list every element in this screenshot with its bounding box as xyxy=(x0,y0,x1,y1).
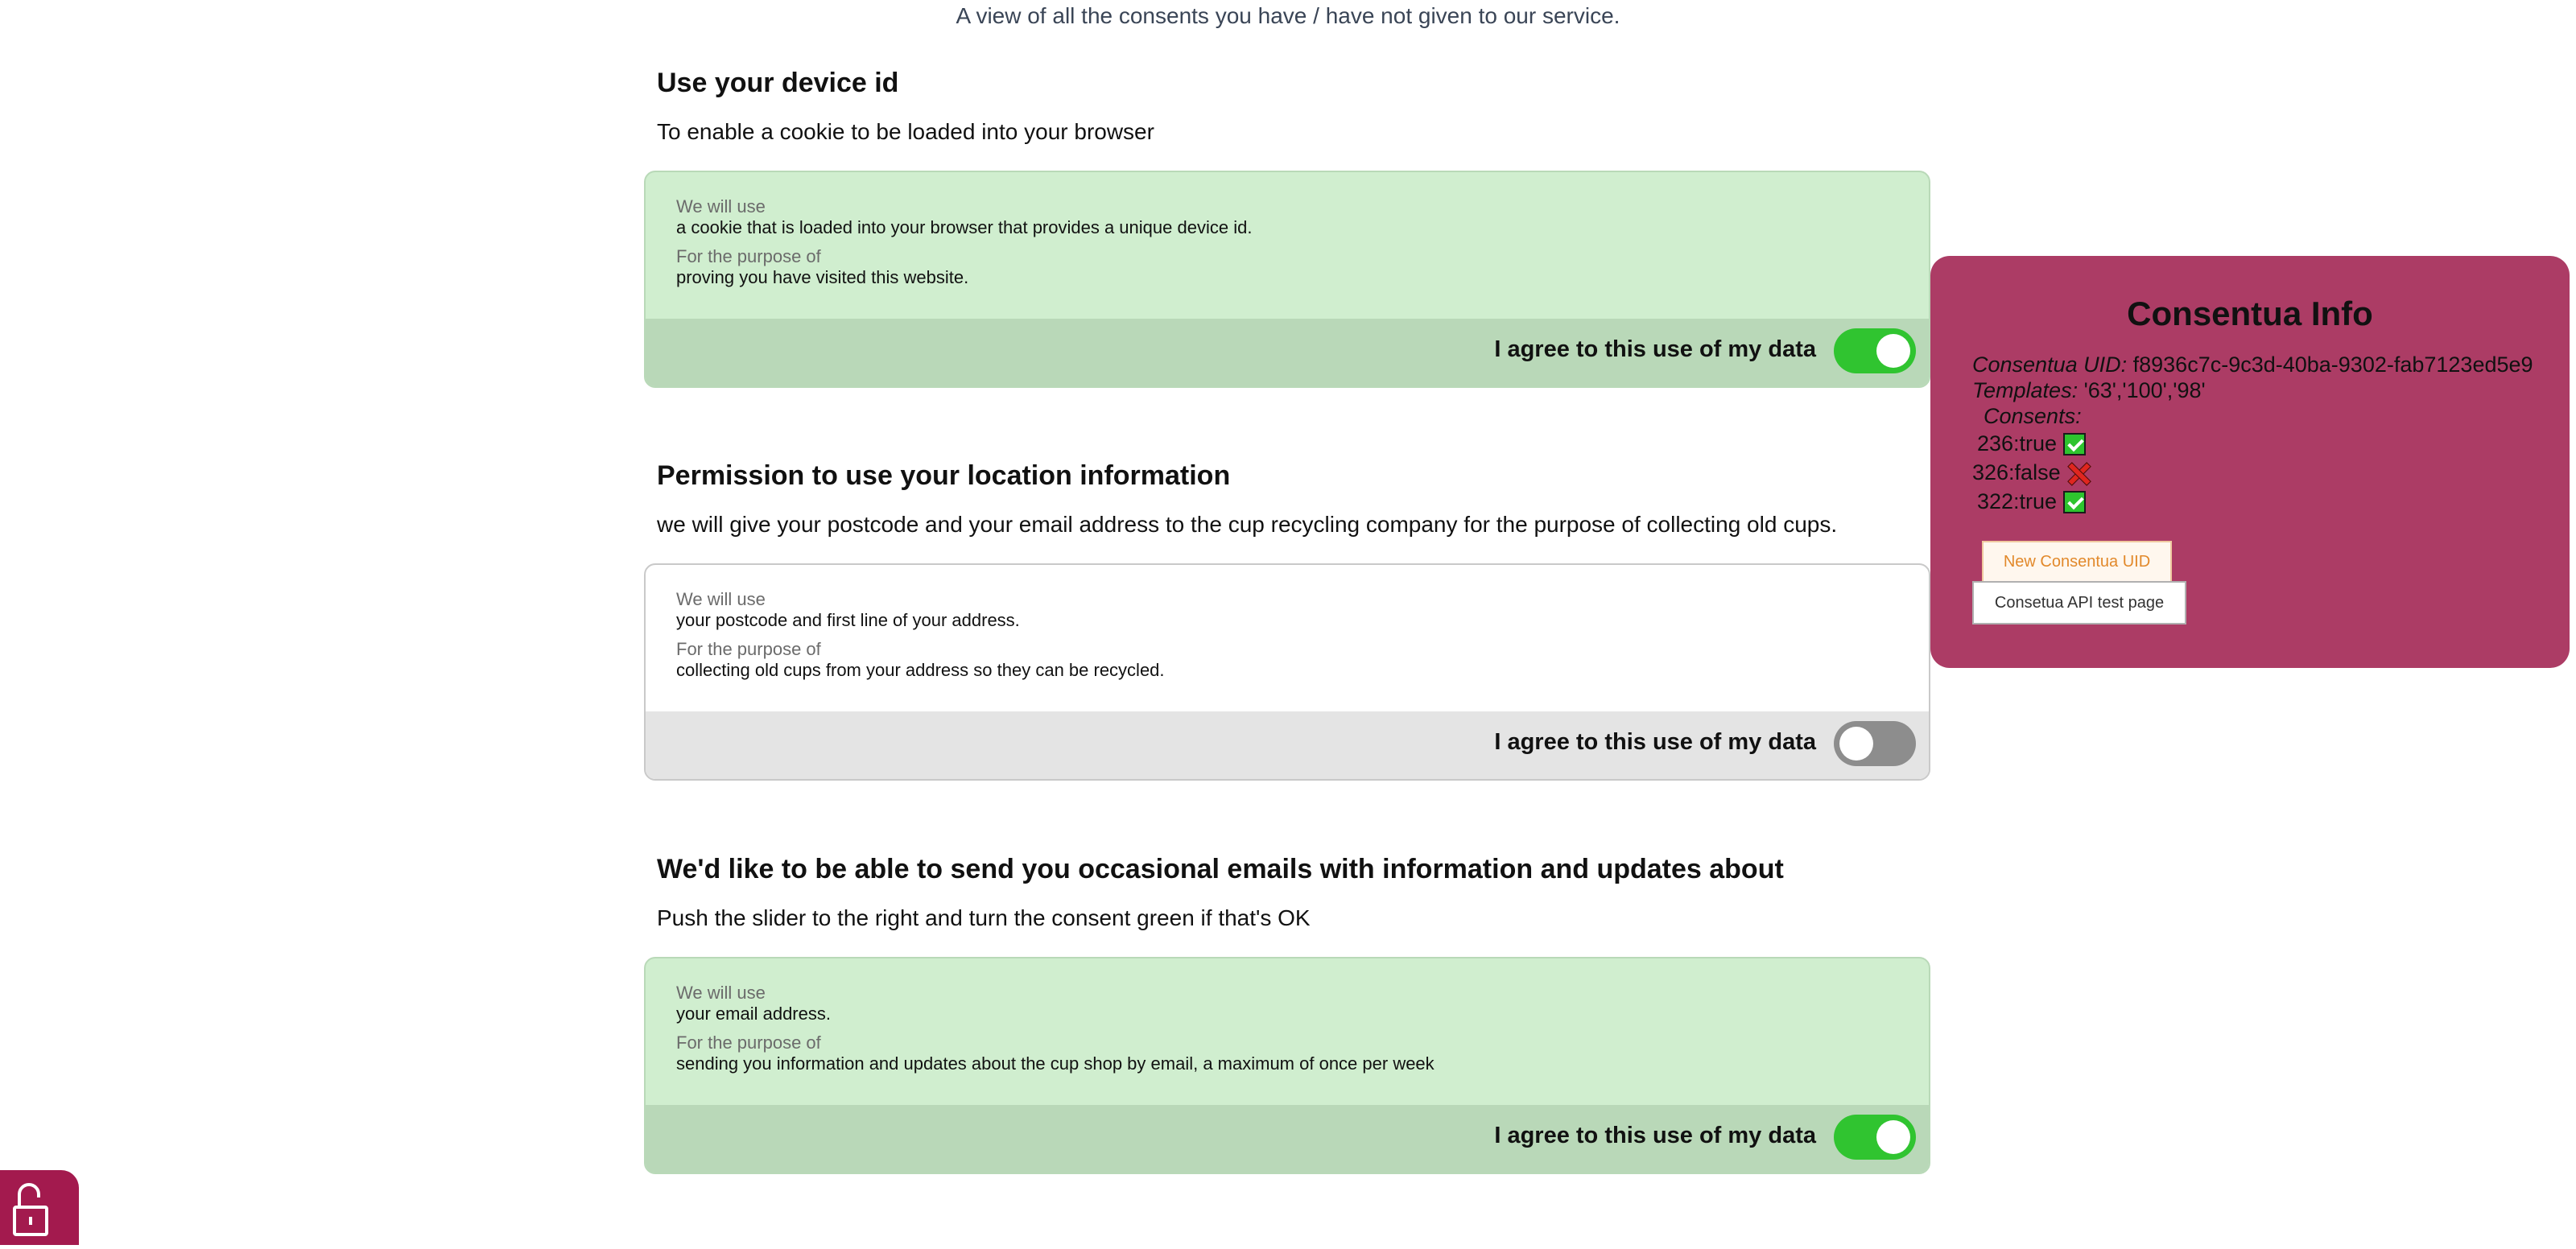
consent-description: To enable a cookie to be loaded into you… xyxy=(657,119,1154,144)
page-subtitle: A view of all the consents you have / ha… xyxy=(956,3,1620,28)
templates-value: '63','100','98' xyxy=(2083,378,2206,402)
api-test-page-button[interactable]: Consetua API test page xyxy=(1972,581,2186,624)
check-icon xyxy=(2063,490,2087,513)
privacy-lock-tab[interactable] xyxy=(0,1170,79,1245)
consents-label-row: Consents: xyxy=(1984,404,2082,429)
purpose-value: proving you have visited this website. xyxy=(676,267,969,287)
consent-card: We will use your postcode and first line… xyxy=(644,563,1930,781)
we-will-use-value: your email address. xyxy=(676,1004,831,1024)
cross-icon xyxy=(2067,462,2090,484)
we-will-use-label: We will use xyxy=(676,983,766,1003)
consent-status-text: 326:false xyxy=(1972,460,2061,484)
unlocked-padlock-icon xyxy=(13,1183,48,1236)
consent-section-emails: We'd like to be able to send you occasio… xyxy=(644,854,1932,1176)
we-will-use-label: We will use xyxy=(676,589,766,609)
we-will-use-label: We will use xyxy=(676,196,766,216)
consent-status-item: 326:false xyxy=(1972,460,2090,485)
purpose-label: For the purpose of xyxy=(676,639,821,659)
purpose-value: sending you information and updates abou… xyxy=(676,1053,1435,1074)
consent-title: Use your device id xyxy=(657,68,899,98)
agree-label: I agree to this use of my data xyxy=(1494,336,1816,362)
consent-status-text: 322:true xyxy=(1977,489,2058,513)
uid-row: Consentua UID: f8936c7c-9c3d-40ba-9302-f… xyxy=(1972,352,2533,377)
consent-footer: I agree to this use of my data xyxy=(646,711,1929,779)
templates-row: Templates: '63','100','98' xyxy=(1972,378,2206,403)
consent-title: We'd like to be able to send you occasio… xyxy=(657,854,1784,884)
agree-label: I agree to this use of my data xyxy=(1494,1123,1816,1148)
uid-value: f8936c7c-9c3d-40ba-9302-fab7123ed5e9 xyxy=(2132,352,2533,377)
we-will-use-value: a cookie that is loaded into your browse… xyxy=(676,217,1253,237)
consent-toggle[interactable] xyxy=(1834,1115,1916,1160)
consent-description: we will give your postcode and your emai… xyxy=(657,512,1838,537)
info-panel-title: Consentua Info xyxy=(2127,295,2373,332)
consent-toggle[interactable] xyxy=(1834,328,1916,373)
consent-status-text: 236:true xyxy=(1977,431,2058,455)
toggle-knob xyxy=(1876,334,1910,368)
consent-title: Permission to use your location informat… xyxy=(657,460,1231,491)
consent-card: We will use your email address. For the … xyxy=(644,957,1930,1174)
consent-status-item: 236:true xyxy=(1977,431,2087,456)
consent-footer: I agree to this use of my data xyxy=(646,1105,1929,1173)
consents-label: Consents: xyxy=(1984,404,2082,428)
consent-footer: I agree to this use of my data xyxy=(646,319,1929,386)
consentua-info-panel: Consentua Info Consentua UID: f8936c7c-9… xyxy=(1930,256,2570,668)
consent-section-location: Permission to use your location informat… xyxy=(644,460,1932,782)
purpose-value: collecting old cups from your address so… xyxy=(676,660,1165,680)
consent-status-item: 322:true xyxy=(1977,489,2087,514)
consent-section-device-id: Use your device id To enable a cookie to… xyxy=(644,68,1932,390)
purpose-label: For the purpose of xyxy=(676,1033,821,1053)
templates-label: Templates: xyxy=(1972,378,2079,402)
toggle-knob xyxy=(1876,1120,1910,1154)
toggle-knob xyxy=(1839,727,1873,761)
new-uid-button[interactable]: New Consentua UID xyxy=(1982,541,2172,583)
consent-card: We will use a cookie that is loaded into… xyxy=(644,171,1930,388)
consent-description: Push the slider to the right and turn th… xyxy=(657,905,1311,930)
consent-toggle[interactable] xyxy=(1834,721,1916,766)
agree-label: I agree to this use of my data xyxy=(1494,729,1816,755)
we-will-use-value: your postcode and first line of your add… xyxy=(676,610,1020,630)
uid-label: Consentua UID: xyxy=(1972,352,2128,377)
purpose-label: For the purpose of xyxy=(676,246,821,266)
check-icon xyxy=(2063,432,2087,455)
